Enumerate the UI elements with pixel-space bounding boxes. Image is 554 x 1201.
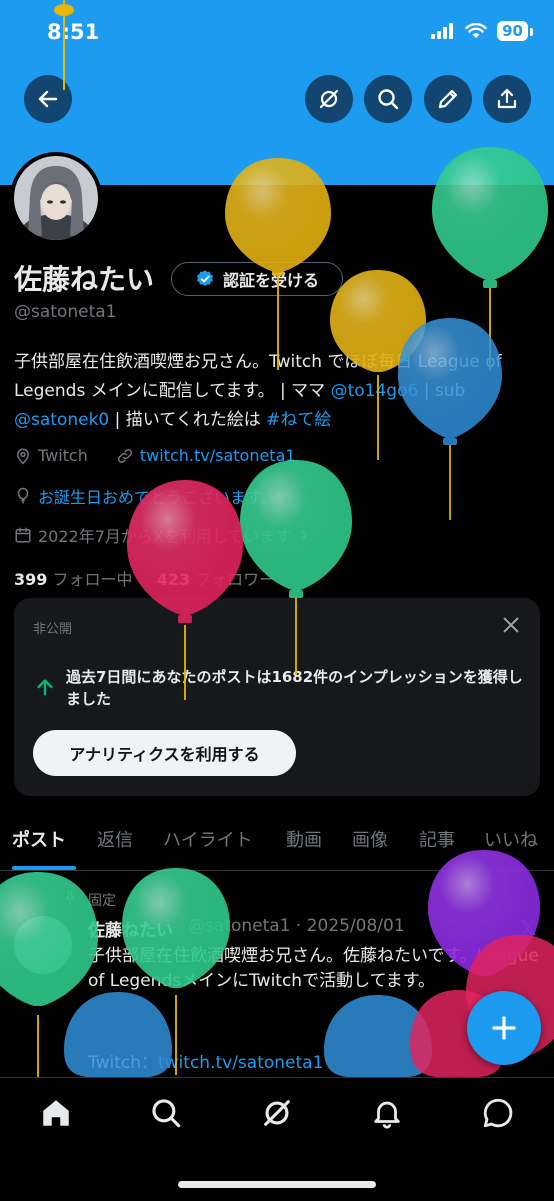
battery-indicator: 90 — [497, 21, 533, 41]
profile-location: Twitch — [38, 446, 88, 465]
following-count: 399 — [14, 570, 48, 589]
close-card-button[interactable] — [500, 614, 522, 640]
pencil-icon — [438, 89, 458, 109]
calendar-icon — [15, 527, 31, 543]
private-label: 非公開 — [33, 622, 73, 637]
compose-post-button[interactable] — [467, 991, 541, 1065]
search-nav-icon[interactable] — [149, 1096, 183, 1130]
profile-tabs: ポスト 返信 ハイライト 動画 画像 記事 いいね — [0, 818, 554, 871]
pin-icon — [65, 891, 75, 904]
active-tab-indicator — [12, 866, 76, 870]
tab-likes[interactable]: いいね — [484, 826, 538, 852]
bio-text: | 描いてくれた絵は — [109, 410, 267, 430]
post-link[interactable]: twitch.tv/satoneta1 — [158, 1053, 323, 1073]
notifications-bell-icon[interactable] — [370, 1096, 404, 1130]
post-author-name: 佐藤ねたい — [88, 921, 173, 941]
share-button[interactable] — [483, 75, 531, 123]
verified-badge-icon — [196, 270, 213, 287]
post-body: 子供部屋在住飲酒喫煙お兄さん。佐藤ねたいです。League of Legends… — [88, 946, 539, 991]
signal-icon — [431, 23, 454, 39]
bio-mention-mama[interactable]: @to14go6 — [331, 381, 419, 401]
status-icons: 90 — [431, 21, 533, 41]
back-button[interactable] — [24, 75, 72, 123]
get-verified-button[interactable]: 認証を受ける — [171, 262, 343, 296]
profile-birthday-row: お誕生日おめでとうございます。 — [14, 484, 276, 508]
avatar-illustration — [14, 156, 98, 240]
home-icon[interactable] — [39, 1096, 73, 1130]
tab-posts[interactable]: ポスト — [12, 826, 66, 852]
profile-name: 佐藤ねたい — [14, 263, 155, 296]
search-button[interactable] — [364, 75, 412, 123]
plus-icon — [492, 1016, 516, 1040]
profile-joined-row[interactable]: 2022年7月からXを利用しています — [14, 523, 311, 547]
followers-link[interactable]: 423 フォロワー — [157, 570, 276, 589]
following-link[interactable]: 399 フォロー中 — [14, 570, 133, 589]
post-link-label: Twitch： — [88, 1053, 158, 1073]
edit-button[interactable] — [424, 75, 472, 123]
impressions-text: 過去7日間にあなたのポストは1682件のインプレッションを獲得しました — [66, 668, 523, 708]
wifi-icon — [465, 23, 487, 38]
back-arrow-icon — [38, 90, 58, 108]
tab-videos[interactable]: 動画 — [286, 826, 322, 852]
messages-icon[interactable] — [481, 1096, 515, 1130]
close-icon — [503, 617, 519, 633]
grok-button[interactable] — [305, 75, 353, 123]
followers-count: 423 — [156, 570, 191, 589]
followers-label: フォロワー — [190, 570, 276, 589]
post-handle-date: @satoneta1 · 2025/08/01 — [188, 916, 405, 936]
get-verified-label: 認証を受ける — [222, 271, 319, 290]
x-logo-icon: 𝕏 — [520, 916, 537, 940]
following-label: フォロー中 — [47, 570, 133, 589]
status-bar: 8:51 90 — [0, 0, 554, 60]
pinned-label: 固定 — [88, 893, 116, 909]
tab-replies[interactable]: 返信 — [97, 826, 133, 852]
profile-birthday: お誕生日おめでとうございます。 — [38, 488, 277, 507]
tab-articles[interactable]: 記事 — [419, 826, 455, 852]
bio-hashtag[interactable]: #ねて絵 — [266, 410, 331, 430]
balloon-icon — [17, 487, 29, 504]
post-link-line: Twitch：twitch.tv/satoneta1 — [88, 1048, 323, 1073]
bio-mention-sub[interactable]: @satonek0 — [14, 410, 109, 430]
search-icon — [378, 89, 399, 110]
share-icon — [497, 88, 517, 109]
post-avatar[interactable] — [14, 916, 72, 974]
location-pin-icon — [16, 448, 30, 465]
analytics-card: 非公開 過去7日間にあなたのポストは1682件のインプレッションを獲得しました … — [14, 598, 540, 796]
follow-counts: 399 フォロー中 423 フォロワー — [14, 566, 275, 590]
use-analytics-button[interactable]: アナリティクスを利用する — [33, 730, 296, 776]
grok-nav-icon[interactable] — [260, 1096, 294, 1130]
tab-images[interactable]: 画像 — [352, 826, 388, 852]
profile-joined: 2022年7月からXを利用しています — [38, 527, 292, 546]
chevron-right-icon — [301, 530, 308, 540]
profile-website-link[interactable]: twitch.tv/satoneta1 — [140, 446, 296, 465]
profile-handle: @satoneta1 — [14, 302, 117, 322]
trend-up-icon — [34, 676, 56, 702]
grok-icon — [319, 89, 339, 109]
bio-text: | sub — [418, 381, 466, 401]
home-indicator — [178, 1181, 376, 1188]
profile-bio: 子供部屋在住飲酒喫煙お兄さん。Twitch でほぼ毎日 League of Le… — [14, 348, 544, 435]
profile-avatar[interactable] — [10, 152, 102, 244]
status-time: 8:51 — [47, 20, 100, 44]
link-icon — [117, 448, 132, 463]
profile-meta-row: Twitch twitch.tv/satoneta1 — [14, 446, 296, 465]
tab-highlights[interactable]: ハイライト — [163, 826, 253, 852]
